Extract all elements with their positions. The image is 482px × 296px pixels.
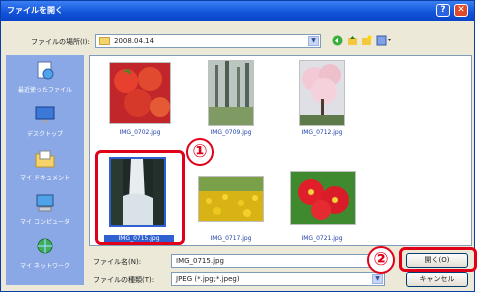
look-in-dropdown[interactable]: 2008.04.14 ▼ <box>95 34 321 48</box>
my-documents-icon <box>35 150 55 168</box>
place-my-network[interactable]: マイ ネットワーク <box>6 235 84 281</box>
open-button-highlight <box>399 247 477 272</box>
file-thumbnail[interactable] <box>299 60 345 126</box>
folder-icon <box>99 37 110 45</box>
place-recent[interactable]: 最近使ったファイル <box>6 59 84 105</box>
desktop-icon <box>35 106 55 123</box>
places-bar: 最近使ったファイル デスクトップ マイ ドキュメント マイ コンピュータ マイ … <box>6 55 84 285</box>
file-name: IMG_0702.jpg <box>119 129 161 136</box>
place-my-network-label: マイ ネットワーク <box>20 263 70 270</box>
filetype-select[interactable]: JPEG (*.jpg;*.jpeg) ▼ <box>171 272 385 286</box>
file-name: IMG_0721.jpg <box>301 235 343 242</box>
file-thumbnail[interactable] <box>208 60 254 126</box>
place-my-computer-label: マイ コンピュータ <box>20 219 70 226</box>
place-my-computer[interactable]: マイ コンピュータ <box>6 191 84 237</box>
help-button[interactable]: ? <box>436 4 450 17</box>
file-name: IMG_0709.jpg <box>210 129 252 136</box>
filename-label: ファイル名(N): <box>93 258 142 266</box>
filetype-value: JPEG (*.jpg;*.jpeg) <box>176 275 240 283</box>
my-computer-icon <box>36 194 54 212</box>
file-name: IMG_0712.jpg <box>301 129 343 136</box>
callout-1: ① <box>186 138 214 166</box>
new-folder-icon[interactable] <box>361 35 372 46</box>
back-arrow-icon[interactable] <box>332 35 343 46</box>
file-thumbnail[interactable] <box>290 171 356 225</box>
place-my-documents-label: マイ ドキュメント <box>20 175 70 182</box>
selected-file-highlight <box>95 150 185 245</box>
place-desktop-label: デスクトップ <box>26 131 63 138</box>
my-network-icon <box>37 238 53 254</box>
cancel-button[interactable]: キャンセル <box>406 272 468 287</box>
place-desktop[interactable]: デスクトップ <box>6 103 84 149</box>
view-menu-icon[interactable] <box>376 35 392 46</box>
up-folder-icon[interactable] <box>347 35 358 46</box>
callout-2: ② <box>367 246 395 274</box>
close-button[interactable]: ✕ <box>454 4 468 17</box>
file-thumbnail[interactable] <box>198 176 264 222</box>
place-my-documents[interactable]: マイ ドキュメント <box>6 147 84 193</box>
dialog-title: ファイルを開く <box>7 6 63 15</box>
title-bar: ファイルを開く ? ✕ <box>1 1 474 21</box>
file-name: IMG_0717.jpg <box>210 235 252 242</box>
filetype-label: ファイルの種類(T): <box>93 276 155 284</box>
look-in-value: 2008.04.14 <box>114 37 155 45</box>
chevron-down-icon[interactable]: ▼ <box>308 36 319 46</box>
chevron-down-icon[interactable]: ▼ <box>372 274 383 284</box>
filename-input[interactable]: IMG_0715.jpg <box>171 254 391 268</box>
place-recent-label: 最近使ったファイル <box>17 87 72 94</box>
look-in-label: ファイルの場所(I): <box>31 38 90 46</box>
file-thumbnail[interactable] <box>109 62 171 124</box>
recent-files-icon <box>37 61 54 80</box>
